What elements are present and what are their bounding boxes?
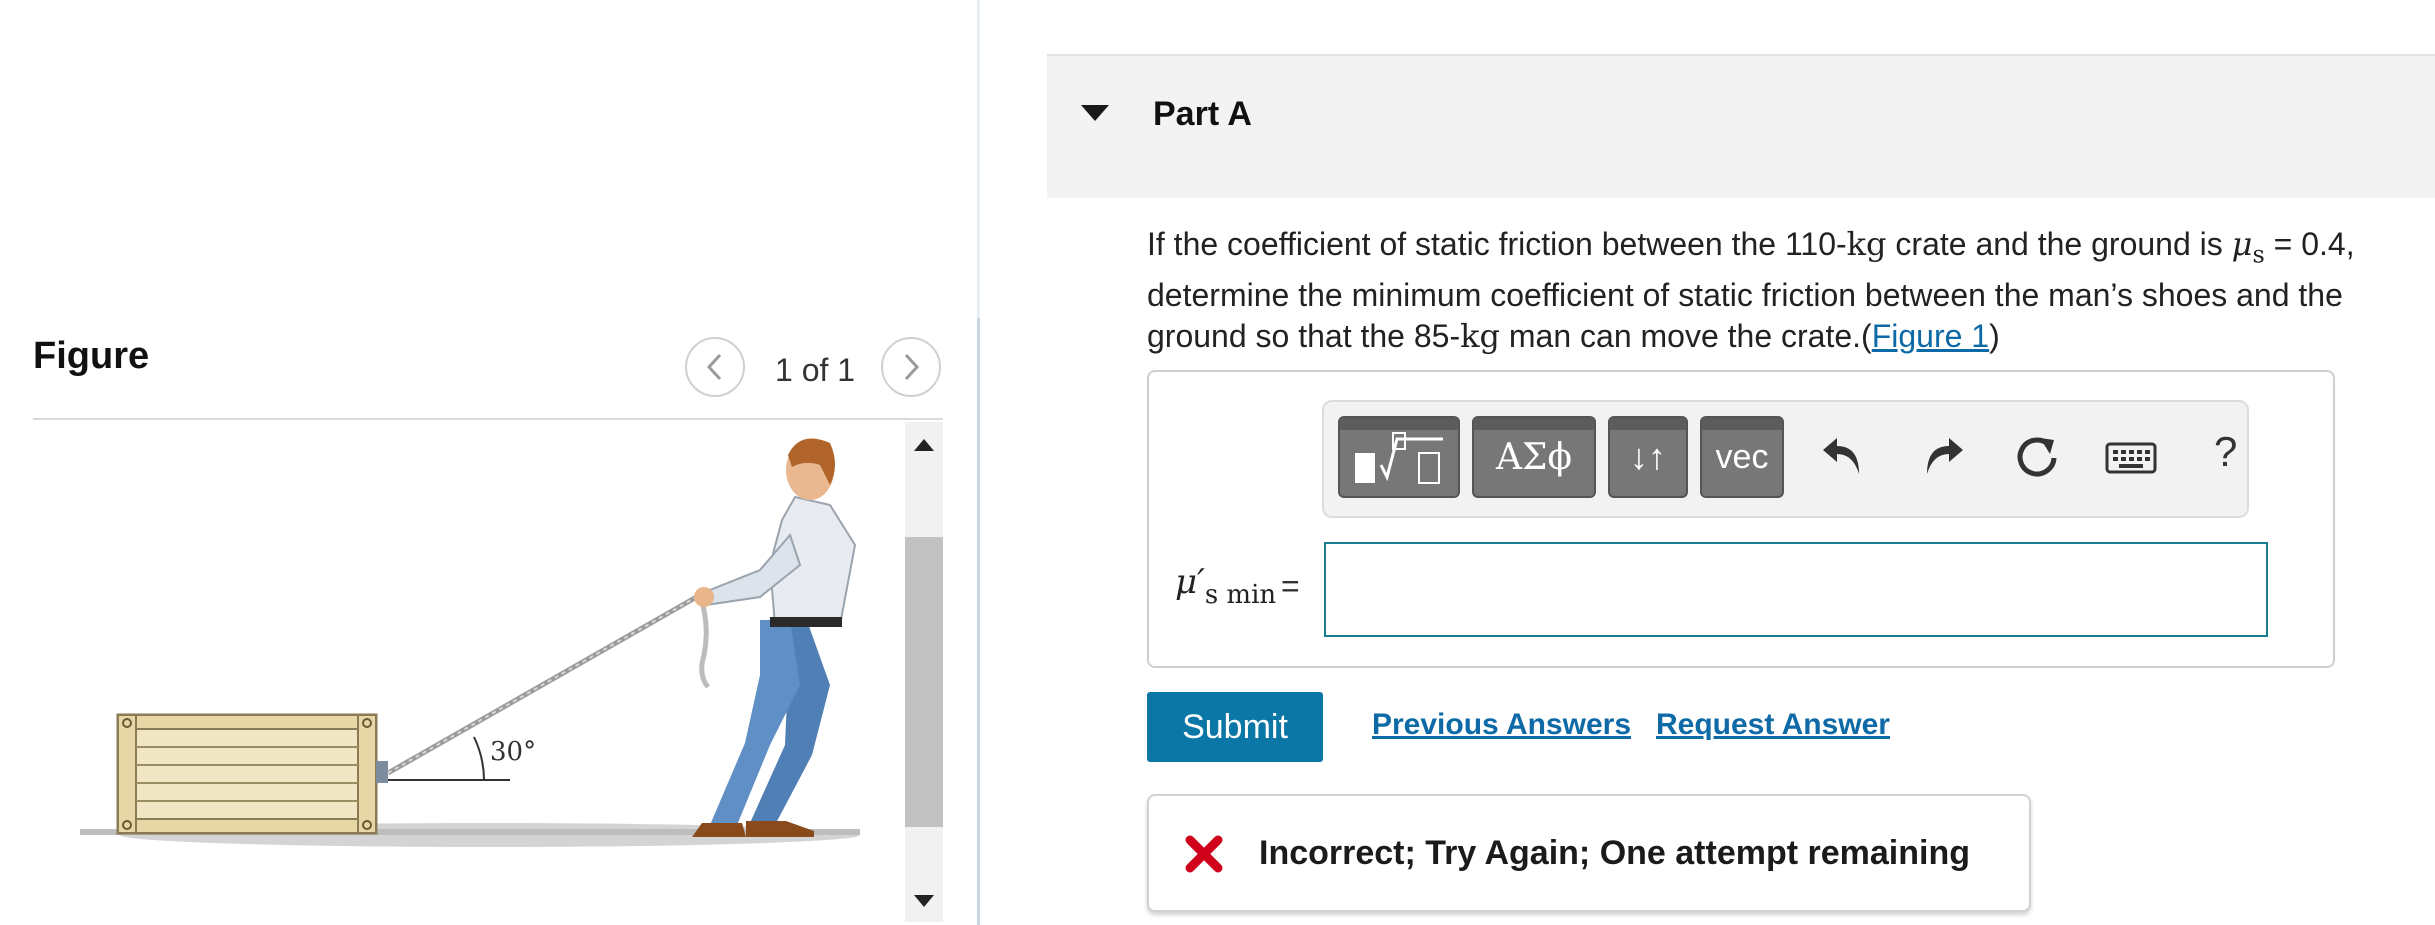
panel-divider-top	[977, 0, 980, 318]
greek-symbols-button[interactable]: ΑΣϕ	[1472, 416, 1596, 498]
problem-statement: If the coefficient of static friction be…	[1147, 224, 2407, 357]
question-text-2: crate and the ground is	[1886, 226, 2232, 262]
figure-scrollbar[interactable]	[905, 422, 943, 922]
unit-kg: kg	[1460, 317, 1500, 356]
keyboard-icon	[2105, 442, 2157, 474]
previous-figure-button[interactable]	[685, 337, 745, 397]
template-icon	[1355, 432, 1443, 484]
incorrect-x-icon	[1185, 835, 1223, 873]
question-text-1: If the coefficient of static friction be…	[1147, 226, 1847, 262]
question-text-4: man can move the crate.(	[1499, 318, 1872, 355]
redo-icon	[1927, 438, 1963, 474]
scroll-up-arrow-icon[interactable]	[913, 438, 935, 452]
previous-answers-link[interactable]: Previous Answers	[1372, 708, 1631, 742]
mu-symbol: μ	[2231, 225, 2253, 263]
chevron-left-icon	[706, 353, 722, 381]
templates-button[interactable]	[1338, 416, 1460, 498]
reset-icon	[2017, 437, 2057, 477]
arrows-button[interactable]: ↓↑	[1608, 416, 1688, 498]
request-answer-link[interactable]: Request Answer	[1656, 708, 1890, 742]
help-button[interactable]: ?	[2214, 428, 2237, 476]
arrows-label: ↓↑	[1630, 436, 1666, 477]
vec-label: vec	[1715, 437, 1769, 476]
answer-input[interactable]	[1324, 542, 2268, 637]
part-title: Part A	[1153, 95, 1252, 133]
submit-button[interactable]: Submit	[1147, 692, 1323, 762]
chevron-right-icon	[904, 353, 920, 381]
variable-symbol: μ′	[1175, 562, 1205, 602]
next-figure-button[interactable]	[881, 337, 941, 397]
math-toolbar: ΑΣϕ ↓↑ vec ?	[1322, 400, 2249, 518]
man-graphic	[692, 438, 857, 837]
collapse-caret-icon[interactable]	[1080, 104, 1110, 122]
feedback-box: Incorrect; Try Again; One attempt remain…	[1147, 794, 2031, 912]
equals-sign: =	[1281, 568, 1300, 604]
scrollbar-thumb[interactable]	[905, 537, 943, 827]
reset-button[interactable]	[2014, 434, 2060, 480]
crate-pulling-illustration: 30°	[80, 438, 860, 847]
figure-divider	[33, 418, 943, 420]
part-header[interactable]	[1047, 54, 2435, 198]
undo-button[interactable]	[1821, 434, 1865, 478]
vector-button[interactable]: vec	[1700, 416, 1784, 498]
variable-subscript: s min	[1204, 580, 1277, 610]
figure-title: Figure	[33, 335, 150, 377]
figure-link[interactable]: Figure 1	[1872, 318, 1989, 354]
unit-kg: kg	[1846, 225, 1887, 263]
figure-page-counter: 1 of 1	[775, 352, 856, 388]
variable-label: μ′s min	[1175, 562, 1276, 610]
mu-subscript: s	[2252, 240, 2265, 269]
question-text-5: )	[1989, 318, 2000, 355]
crate-graphic	[116, 713, 388, 835]
redo-button[interactable]	[1921, 434, 1965, 478]
keyboard-button[interactable]	[2105, 442, 2157, 474]
angle-label: 30°	[490, 737, 536, 767]
undo-icon	[1823, 438, 1859, 474]
feedback-message: Incorrect; Try Again; One attempt remain…	[1259, 834, 1970, 872]
scroll-down-arrow-icon[interactable]	[913, 894, 935, 908]
greek-label: ΑΣϕ	[1496, 436, 1572, 478]
